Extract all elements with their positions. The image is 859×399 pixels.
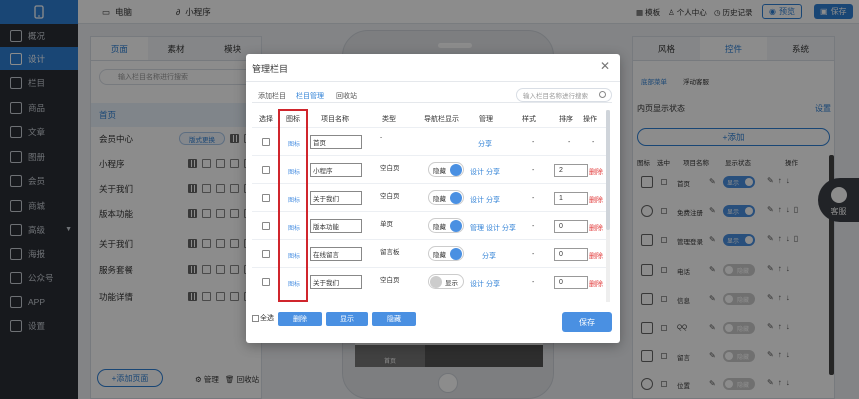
manage-links[interactable]: 分享	[482, 251, 496, 261]
item-style: -	[532, 279, 535, 286]
item-name-input[interactable]: 小程序	[310, 163, 362, 177]
manage-columns-dialog: 管理栏目 ✕ 添加栏目 栏目管理 回收站 输入栏目名称进行搜索 选择 图标 项目…	[246, 54, 620, 343]
order-input[interactable]: 0	[554, 248, 588, 261]
order-input[interactable]: 1	[554, 192, 588, 205]
delete-link[interactable]: 删除	[589, 223, 603, 233]
row-checkbox[interactable]	[262, 194, 270, 202]
manage-links[interactable]: 分享	[478, 139, 492, 149]
toggle-knob	[450, 192, 462, 204]
item-name-input[interactable]: 关于我们	[310, 191, 362, 205]
dialog-scrollbar[interactable]	[606, 110, 610, 302]
search-icon[interactable]	[599, 91, 606, 98]
item-order: -	[568, 139, 571, 146]
toggle-knob	[450, 164, 462, 176]
manage-links[interactable]: 设计 分享	[470, 279, 500, 289]
order-input[interactable]: 2	[554, 164, 588, 177]
row-checkbox[interactable]	[262, 166, 270, 174]
item-type: 空白页	[380, 277, 400, 284]
item-style: -	[532, 223, 535, 230]
manage-links[interactable]: 设计 分享	[470, 167, 500, 177]
item-type: 留言板	[380, 249, 400, 256]
item-type: -	[380, 134, 383, 141]
row-checkbox[interactable]	[262, 250, 270, 258]
item-name-input[interactable]: 在线留言	[310, 247, 362, 261]
row-checkbox[interactable]	[262, 222, 270, 230]
item-style: -	[532, 139, 535, 146]
order-input[interactable]: 0	[554, 276, 588, 289]
toggle-knob	[450, 220, 462, 232]
header-actions: 操作	[583, 116, 597, 123]
bulk-delete-button[interactable]: 删除	[278, 312, 322, 326]
bulk-hide-button[interactable]: 隐藏	[372, 312, 416, 326]
item-type: 空白页	[380, 165, 400, 172]
tab-recycle-bin[interactable]: 回收站	[336, 91, 357, 101]
item-type: 单页	[380, 221, 393, 228]
select-all-box[interactable]	[252, 314, 259, 322]
column-search-input[interactable]: 输入栏目名称进行搜索	[516, 88, 612, 102]
row-checkbox[interactable]	[262, 138, 270, 146]
header-select: 选择	[259, 116, 273, 123]
item-style: -	[532, 167, 535, 174]
order-input[interactable]: 0	[554, 220, 588, 233]
delete-link[interactable]: 删除	[589, 167, 603, 177]
toggle-knob	[450, 248, 462, 260]
item-style: -	[532, 195, 535, 202]
tab-add-column[interactable]: 添加栏目	[258, 91, 286, 101]
item-action: -	[592, 139, 595, 146]
header-order: 排序	[559, 116, 573, 123]
header-style: 样式	[522, 116, 536, 123]
item-name-input[interactable]: 版本功能	[310, 219, 362, 233]
icon-column-highlight	[278, 109, 308, 302]
header-manage: 管理	[479, 116, 493, 123]
item-name-input[interactable]: 关于我们	[310, 275, 362, 289]
dialog-divider	[246, 81, 620, 82]
item-style: -	[532, 251, 535, 258]
item-name-input[interactable]: 首页	[310, 135, 362, 149]
toggle-knob	[430, 276, 442, 288]
header-nav-display: 导航栏显示	[424, 116, 459, 123]
dialog-title: 管理栏目	[252, 64, 289, 74]
nav-display-toggle[interactable]: 显示	[428, 274, 464, 289]
nav-display-toggle[interactable]: 隐藏	[428, 246, 464, 261]
nav-display-toggle[interactable]: 隐藏	[428, 162, 464, 177]
tab-underline	[252, 102, 612, 103]
item-type: 空白页	[380, 193, 400, 200]
delete-link[interactable]: 删除	[589, 279, 603, 289]
nav-display-toggle[interactable]: 隐藏	[428, 218, 464, 233]
tab-column-manage[interactable]: 栏目管理	[296, 91, 324, 101]
header-item-name: 项目名称	[321, 116, 349, 123]
select-all-checkbox[interactable]: 全选	[252, 313, 274, 323]
manage-links[interactable]: 管理 设计 分享	[470, 223, 516, 233]
nav-display-toggle[interactable]: 隐藏	[428, 190, 464, 205]
row-checkbox[interactable]	[262, 278, 270, 286]
close-icon[interactable]: ✕	[600, 59, 610, 73]
delete-link[interactable]: 删除	[589, 251, 603, 261]
bulk-show-button[interactable]: 显示	[326, 312, 368, 326]
header-type: 类型	[382, 116, 396, 123]
manage-links[interactable]: 设计 分享	[470, 195, 500, 205]
delete-link[interactable]: 删除	[589, 195, 603, 205]
dialog-save-button[interactable]: 保存	[562, 312, 612, 332]
